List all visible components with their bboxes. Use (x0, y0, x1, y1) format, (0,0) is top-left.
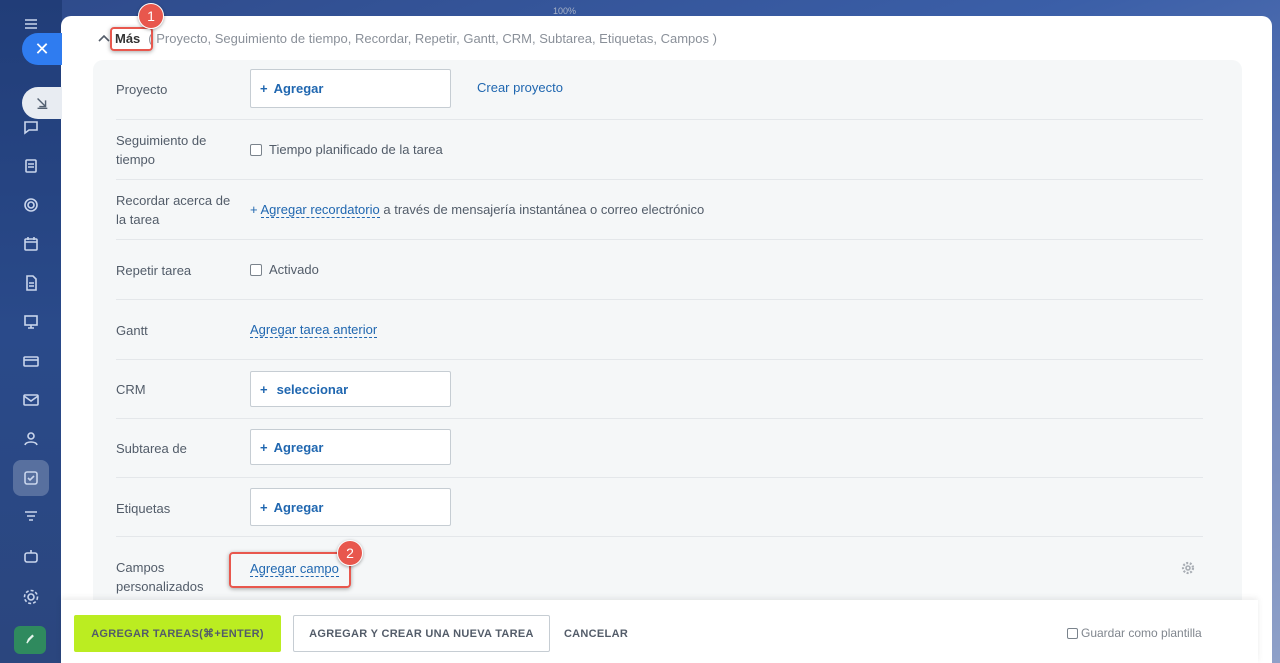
planned-time-checkbox[interactable] (250, 143, 262, 156)
more-items-summary: ( Proyecto, Seguimiento de tiempo, Recor… (148, 30, 717, 46)
target-icon[interactable] (20, 194, 42, 216)
repeat-option[interactable]: Activado (250, 262, 319, 277)
row-gantt: Gantt Agregar tarea anterior (116, 300, 1203, 360)
repeat-label: Repetir tarea (116, 263, 192, 278)
save-as-template-option[interactable]: Guardar como plantilla (1067, 626, 1202, 640)
minimize-icon (37, 98, 48, 110)
create-project-link[interactable]: Crear proyecto (477, 80, 563, 95)
add-reminder-link[interactable]: Agregar recordatorio (260, 202, 380, 218)
add-and-create-new-button[interactable]: AGREGAR Y CREAR UNA NUEVA TAREA (293, 615, 550, 652)
callout-highlight-add-field (229, 552, 351, 588)
form-footer: AGREGAR TAREAS(⌘+ENTER) AGREGAR Y CREAR … (61, 600, 1258, 663)
subtask-label: Subtarea de (116, 441, 187, 456)
rocket-icon[interactable] (14, 626, 46, 654)
minimize-slider-button[interactable] (22, 87, 62, 119)
row-project: Proyecto + Agregar Crear proyecto (116, 60, 1203, 120)
crm-label: CRM (116, 382, 146, 397)
callout-badge-2: 2 (337, 540, 363, 566)
extra-fields-area: Proyecto + Agregar Crear proyecto Seguim… (93, 60, 1242, 600)
reminder-text: + Agregar recordatorio a través de mensa… (250, 202, 705, 218)
plus-icon: + (260, 439, 268, 455)
gantt-label: Gantt (116, 323, 148, 338)
robot-icon[interactable] (20, 545, 42, 567)
presentation-icon[interactable] (20, 311, 42, 333)
zoom-level: 100% (553, 6, 577, 16)
cancel-button[interactable]: CANCELAR (561, 615, 631, 652)
tags-label: Etiquetas (116, 501, 171, 516)
feed-icon[interactable] (20, 155, 42, 177)
menu-icon[interactable] (20, 13, 42, 35)
close-slider-button[interactable]: ✕ (22, 33, 62, 65)
card-icon[interactable] (20, 350, 42, 372)
row-repeat: Repetir tarea Activado (116, 240, 1203, 300)
tasks-icon[interactable] (20, 467, 42, 489)
callout-highlight-more (110, 27, 153, 51)
gear-icon[interactable] (1181, 561, 1195, 575)
row-subtask: Subtarea de + Agregar (116, 419, 1203, 478)
chevron-up-icon (98, 34, 110, 42)
save-template-checkbox[interactable] (1067, 627, 1078, 639)
crm-select-button[interactable]: + seleccionar (250, 371, 451, 407)
subtask-add-button[interactable]: + Agregar (250, 429, 451, 465)
chat-icon[interactable] (20, 116, 42, 138)
filter-icon[interactable] (20, 506, 42, 528)
reminder-label: Recordar acerca de la tarea (116, 193, 231, 227)
row-reminder: Recordar acerca de la tarea + Agregar re… (116, 180, 1203, 240)
custom-fields-label: Campos personalizados (116, 560, 204, 594)
plus-icon: + (260, 499, 268, 515)
close-icon: ✕ (34, 38, 50, 59)
settings-icon[interactable] (20, 586, 42, 608)
add-previous-task-link[interactable]: Agregar tarea anterior (250, 322, 378, 338)
plus-icon: + (260, 381, 268, 397)
document-icon[interactable] (20, 272, 42, 294)
tags-add-button[interactable]: + Agregar (250, 488, 451, 526)
mail-icon[interactable] (20, 389, 42, 411)
calendar-icon[interactable] (20, 233, 42, 255)
project-label: Proyecto (116, 82, 168, 97)
plus-icon: + (260, 81, 268, 96)
time-tracking-label: Seguimiento de tiempo (116, 133, 207, 167)
callout-badge-1: 1 (138, 3, 164, 29)
contacts-icon[interactable] (20, 428, 42, 450)
repeat-checkbox[interactable] (250, 263, 262, 276)
row-time-tracking: Seguimiento de tiempo Tiempo planificado… (116, 120, 1203, 180)
add-tasks-button[interactable]: AGREGAR TAREAS(⌘+ENTER) (74, 615, 281, 652)
row-crm: CRM + seleccionar (116, 360, 1203, 419)
planned-time-option[interactable]: Tiempo planificado de la tarea (250, 142, 443, 157)
row-tags: Etiquetas + Agregar (116, 478, 1203, 537)
more-section-toggle[interactable]: Más ( Proyecto, Seguimiento de tiempo, R… (97, 28, 717, 48)
reminder-plus-icon: + (250, 202, 258, 217)
project-add-button[interactable]: + Agregar (250, 69, 451, 108)
